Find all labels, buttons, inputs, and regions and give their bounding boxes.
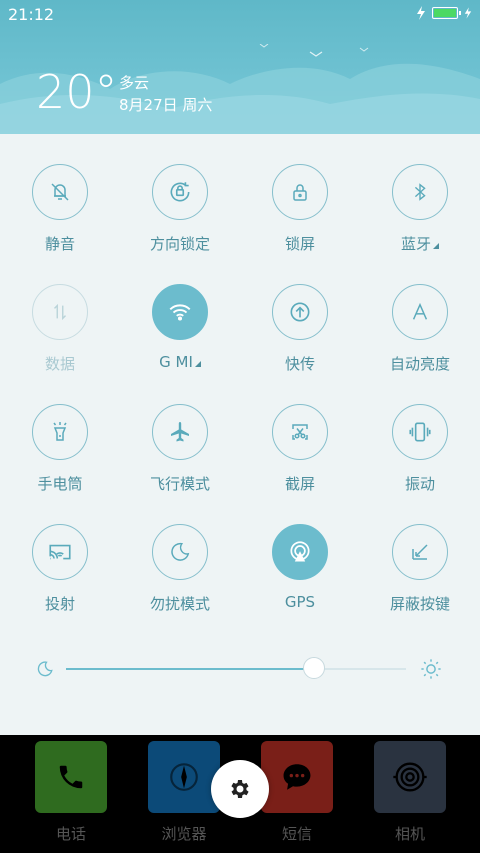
status-bar: 21:12 <box>0 0 480 28</box>
toggle-label: 快传 <box>284 355 315 373</box>
brightness-slider[interactable] <box>0 654 480 684</box>
toggle-label: G MI <box>120 353 240 371</box>
toggle-label: 飞行模式 <box>149 475 210 493</box>
charging-bolt-icon <box>417 6 425 20</box>
brightness-fill <box>66 668 315 670</box>
charging-bolt-icon <box>464 7 472 19</box>
app-phone[interactable]: 电话 <box>35 741 107 844</box>
settings-button[interactable] <box>211 760 269 818</box>
phone-icon <box>35 741 107 813</box>
status-time: 21:12 <box>8 5 55 24</box>
gear-icon <box>231 780 249 798</box>
brightness-track[interactable] <box>66 668 406 670</box>
screenshot-scissors-icon <box>272 404 328 460</box>
toggle-label: 屏蔽按键 <box>389 595 450 613</box>
toggle-do-not-disturb[interactable]: 勿扰模式 <box>120 524 240 614</box>
toggle-silent[interactable]: 静音 <box>0 164 120 254</box>
toggle-rotation-lock[interactable]: 方向锁定 <box>120 164 240 254</box>
app-label: 浏览器 <box>161 825 207 843</box>
status-icons <box>416 6 472 20</box>
upload-circle-icon <box>272 284 328 340</box>
temperature: 20° <box>36 65 118 119</box>
menu-indicator-icon <box>194 361 201 367</box>
wifi-icon <box>152 284 208 340</box>
battery-icon <box>432 7 461 19</box>
toggle-label: GPS <box>284 593 316 611</box>
airplane-icon <box>152 404 208 460</box>
menu-indicator-icon <box>433 243 439 249</box>
message-icon <box>261 741 333 813</box>
toggle-wifi[interactable]: G MI <box>120 284 240 371</box>
flashlight-icon <box>32 404 88 460</box>
weather-header[interactable]: 21:12 20° 多云 8月27日 周六 <box>0 0 480 134</box>
toggle-label: 数据 <box>44 355 75 373</box>
toggle-label: 静音 <box>44 235 75 253</box>
toggle-auto-brightness[interactable]: 自动亮度 <box>360 284 480 374</box>
home-dock: 电话 浏览器 短信 相机 <box>0 735 480 853</box>
brightness-thumb[interactable] <box>303 657 326 679</box>
app-label: 相机 <box>394 825 425 843</box>
toggle-airplane-mode[interactable]: 飞行模式 <box>120 404 240 494</box>
toggle-cast[interactable]: 投射 <box>0 524 120 614</box>
gps-icon <box>272 524 328 580</box>
toggle-label: 振动 <box>404 475 435 493</box>
app-browser[interactable]: 浏览器 <box>148 741 220 844</box>
toggle-screenshot[interactable]: 截屏 <box>240 404 360 494</box>
toggle-label: 蓝牙 <box>360 233 480 254</box>
app-camera[interactable]: 相机 <box>374 741 446 844</box>
app-messages[interactable]: 短信 <box>261 741 333 844</box>
toggle-label: 勿扰模式 <box>149 595 210 613</box>
block-keys-icon <box>392 524 448 580</box>
bluetooth-icon <box>392 164 448 220</box>
weather-widget[interactable]: 20° 多云 8月27日 周六 <box>36 65 212 119</box>
compass-icon <box>148 741 220 813</box>
toggle-label: 投射 <box>44 595 75 613</box>
toggle-mobile-data[interactable]: 数据 <box>0 284 120 374</box>
moon-icon <box>152 524 208 580</box>
toggle-quick-transfer[interactable]: 快传 <box>240 284 360 374</box>
quick-settings-panel: 静音 方向锁定 锁屏 蓝牙 数据 G MI 快传 自动亮度 手电筒 飞行模式 截… <box>0 134 480 735</box>
toggle-gps[interactable]: GPS <box>240 524 360 611</box>
toggle-label: 手电筒 <box>37 475 83 493</box>
brightness-low-icon <box>37 661 53 677</box>
rotation-lock-icon <box>152 164 208 220</box>
toggle-flashlight[interactable]: 手电筒 <box>0 404 120 494</box>
toggle-label: 方向锁定 <box>149 235 210 253</box>
bell-off-icon <box>32 164 88 220</box>
toggle-label: 锁屏 <box>284 235 315 253</box>
vibrate-icon <box>392 404 448 460</box>
app-label: 短信 <box>281 825 312 843</box>
toggle-label: 自动亮度 <box>389 355 450 373</box>
brightness-high-icon <box>421 659 441 679</box>
toggle-bluetooth[interactable]: 蓝牙 <box>360 164 480 254</box>
lock-icon <box>272 164 328 220</box>
weather-condition: 多云 <box>119 74 150 92</box>
camera-icon <box>374 741 446 813</box>
toggle-label: 截屏 <box>284 475 315 493</box>
cast-icon <box>32 524 88 580</box>
toggle-vibrate[interactable]: 振动 <box>360 404 480 494</box>
app-label: 电话 <box>55 825 86 843</box>
toggle-block-keys[interactable]: 屏蔽按键 <box>360 524 480 614</box>
weather-date: 8月27日 周六 <box>119 96 213 114</box>
toggle-lock-screen[interactable]: 锁屏 <box>240 164 360 254</box>
data-arrows-icon <box>32 284 88 340</box>
auto-brightness-icon <box>392 284 448 340</box>
